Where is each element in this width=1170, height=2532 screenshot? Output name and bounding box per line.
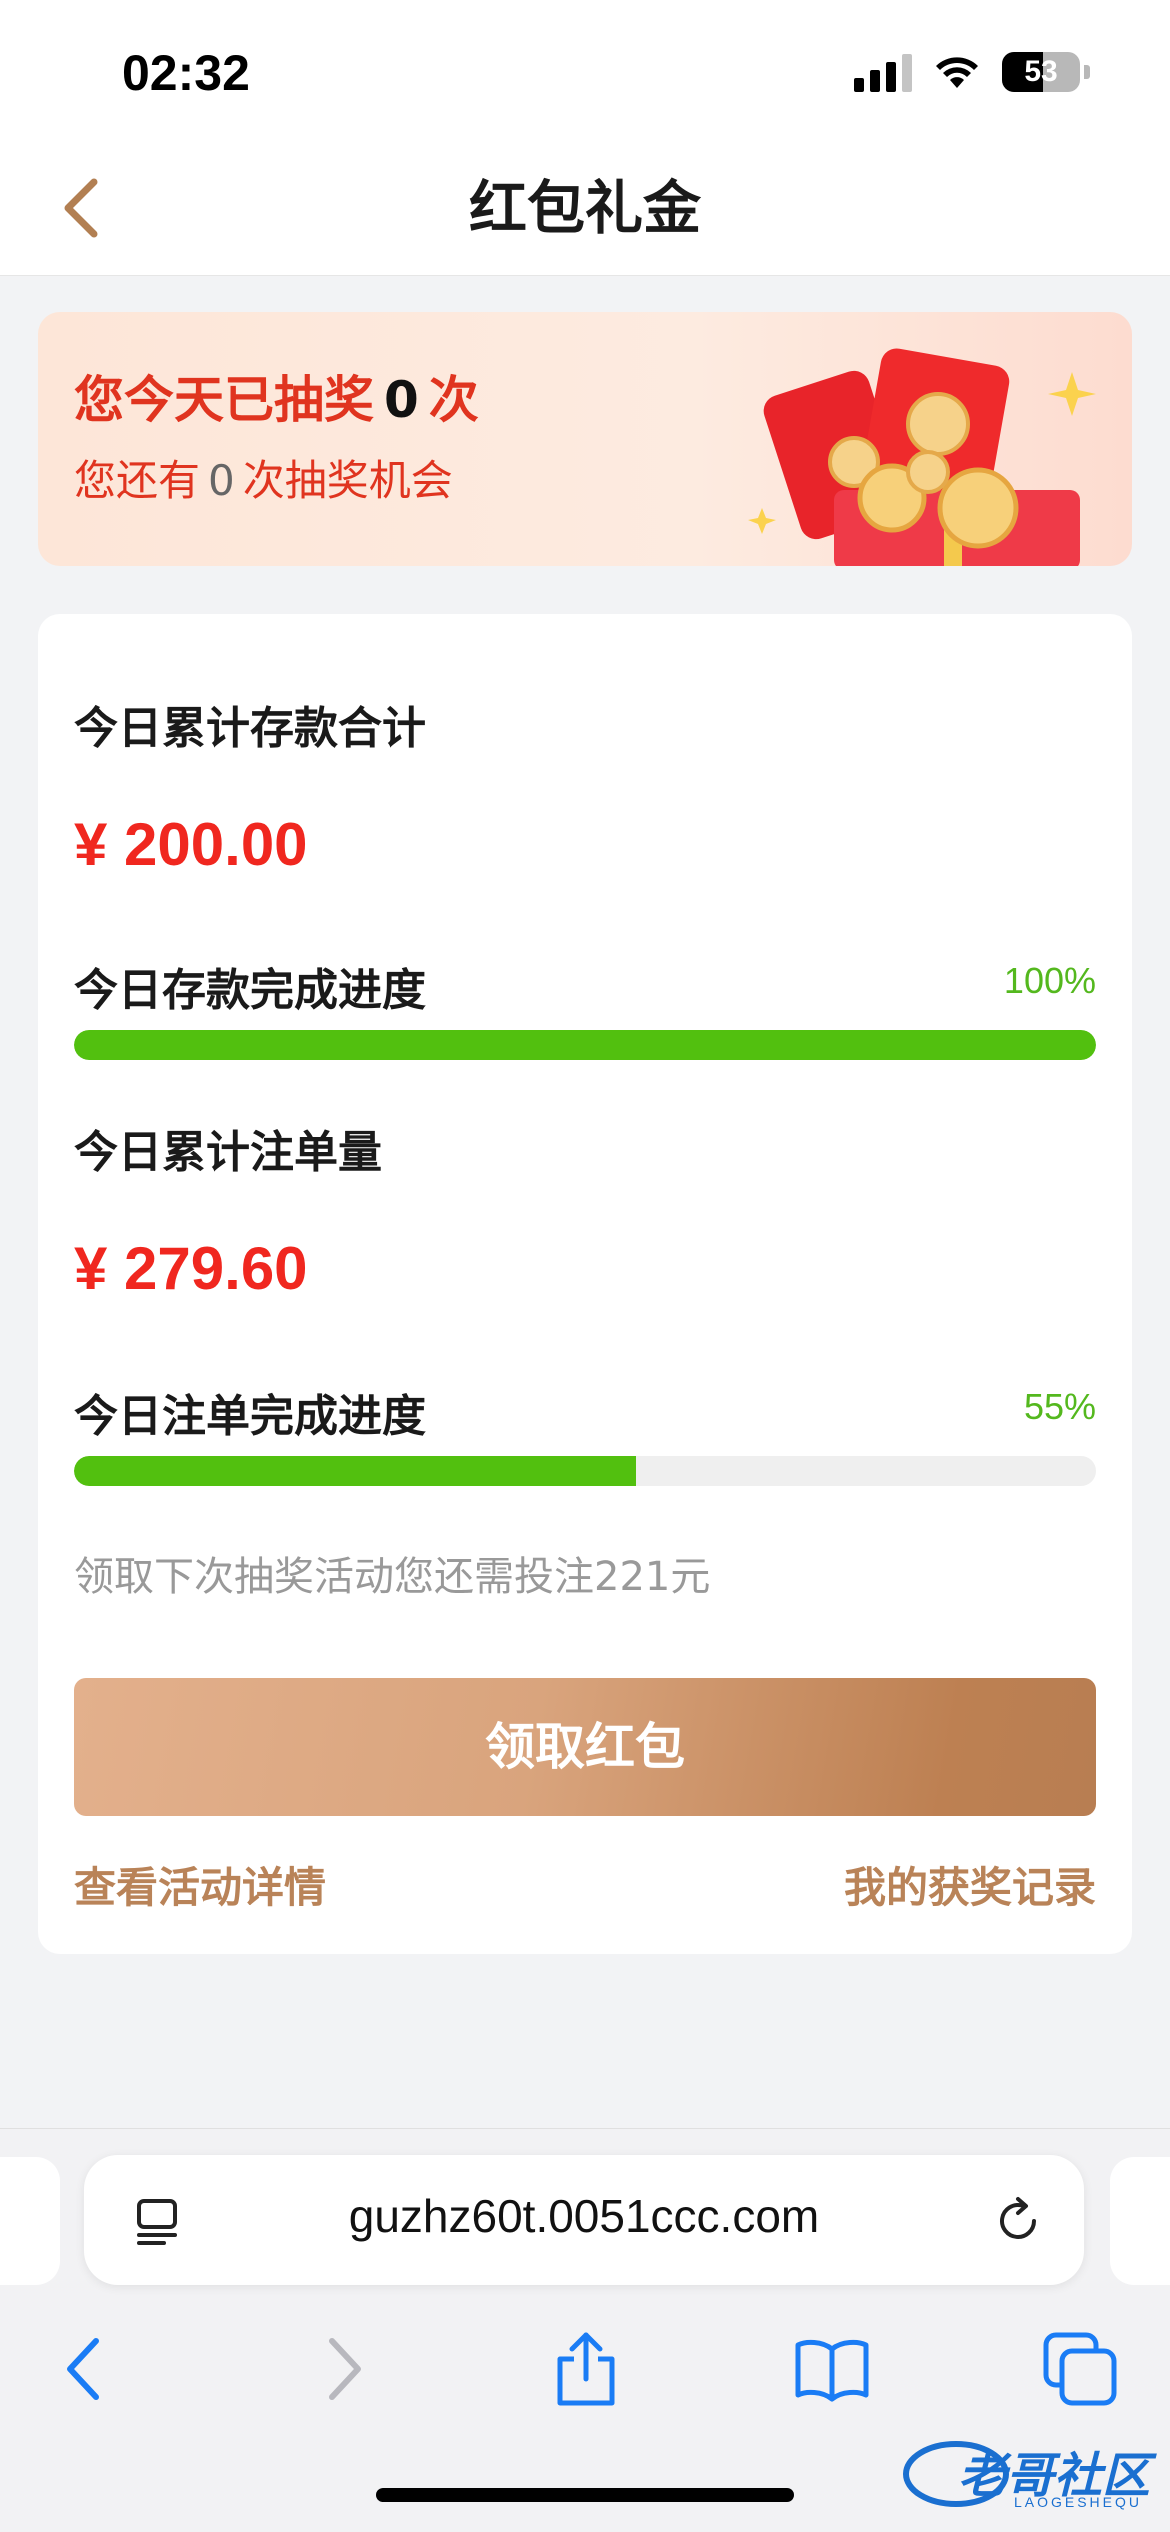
status-bar: 02:32 53 — [0, 0, 1170, 140]
battery-nub — [1084, 65, 1090, 79]
bet-total-amount: ¥ 279.60 — [74, 1235, 308, 1302]
deposit-progress-fill — [74, 1030, 1096, 1060]
bet-progress-fill — [74, 1456, 637, 1486]
bet-progress-label: 今日注单完成进度 — [74, 1391, 426, 1442]
status-icons: 53 — [854, 52, 1090, 92]
draw-count-value: 0 — [384, 371, 419, 429]
battery-level: 53 — [1024, 55, 1058, 88]
battery-icon: 53 — [1002, 52, 1080, 92]
share-icon[interactable] — [546, 2329, 626, 2409]
next-tab-preview[interactable] — [1110, 2157, 1170, 2285]
browser-toolbar — [0, 2329, 1170, 2439]
draw-count-line: 您今天已抽奖 0 次 — [74, 360, 479, 432]
next-draw-hint: 领取下次抽奖活动您还需投注221元 — [74, 1554, 711, 1600]
status-time: 02:32 — [122, 45, 250, 101]
claim-red-envelope-button[interactable]: 领取红包 — [74, 1678, 1096, 1816]
bet-total-label: 今日累计注单量 — [74, 1127, 382, 1178]
nav-header: 红包礼金 — [0, 140, 1170, 276]
prize-records-link[interactable]: 我的获奖记录 — [844, 1854, 1096, 1915]
deposit-progress-bar — [74, 1030, 1096, 1060]
reload-icon[interactable] — [992, 2195, 1044, 2247]
bet-progress-percent: 55% — [1023, 1386, 1096, 1427]
deposit-total-label: 今日累计存款合计 — [74, 703, 426, 754]
bookmarks-icon[interactable] — [792, 2329, 872, 2409]
bet-progress-bar — [74, 1456, 1096, 1486]
remaining-prefix: 您还有 — [74, 456, 201, 505]
signal-icon — [854, 52, 912, 92]
previous-tab-preview[interactable] — [0, 2157, 60, 2285]
remaining-value: 0 — [208, 456, 235, 505]
draw-count-suffix: 次 — [428, 371, 479, 429]
forward-icon[interactable] — [300, 2329, 380, 2409]
address-bar[interactable]: guzhz60t.0051ccc.com — [84, 2155, 1084, 2285]
deposit-progress-percent: 100% — [1003, 960, 1096, 1001]
watermark-subtext: LAOGESHEQU — [1013, 2494, 1142, 2510]
page-title: 红包礼金 — [468, 174, 701, 242]
home-indicator[interactable] — [376, 2488, 794, 2502]
deposit-progress-label: 今日存款完成进度 — [74, 965, 426, 1016]
remaining-chances-line: 您还有 0 次抽奖机会 — [74, 447, 453, 508]
back-icon[interactable] — [48, 2329, 128, 2409]
lottery-banner: 您今天已抽奖 0 次 您还有 0 次抽奖机会 — [38, 312, 1132, 566]
deposit-total-amount: ¥ 200.00 — [74, 811, 308, 878]
url-text: guzhz60t.0051ccc.com — [348, 2190, 820, 2242]
red-envelope-gift-icon — [748, 348, 1096, 566]
activity-details-link[interactable]: 查看活动详情 — [74, 1854, 326, 1915]
tabs-icon[interactable] — [1040, 2329, 1120, 2409]
draw-count-prefix: 您今天已抽奖 — [74, 371, 374, 429]
remaining-suffix: 次抽奖机会 — [242, 456, 453, 505]
wifi-icon — [936, 57, 978, 88]
page: 02:32 53 红包礼金 您今天已抽奖 0 次 您还有 0 次抽奖机会 今日累… — [0, 0, 1170, 2532]
progress-card: 今日累计存款合计 ¥ 200.00 今日存款完成进度 100% 今日累计注单量 … — [38, 614, 1132, 1954]
